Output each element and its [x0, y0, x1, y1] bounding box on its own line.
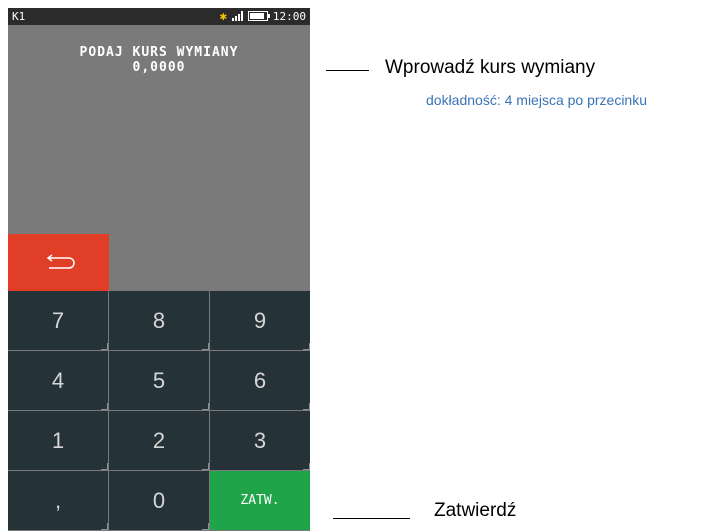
battery-icon: [247, 11, 270, 21]
key-3[interactable]: 3: [210, 411, 310, 470]
bluetooth-icon: ✱: [219, 9, 227, 23]
pos-terminal-screen: K1 ✱ 12:00 PODAJ KURS WYMIANY 0,0000 7 8…: [8, 8, 310, 531]
key-4[interactable]: 4: [8, 351, 108, 410]
key-2[interactable]: 2: [109, 411, 209, 470]
key-comma[interactable]: ,: [8, 471, 108, 530]
confirm-button[interactable]: ZATW.: [210, 471, 310, 530]
key-7[interactable]: 7: [8, 291, 108, 350]
annotation-line-confirm: [333, 518, 410, 519]
prompt-value: 0,0000: [132, 60, 186, 75]
back-arrow-icon: [46, 253, 75, 269]
back-button[interactable]: [8, 234, 109, 291]
display-area: PODAJ KURS WYMIANY 0,0000: [8, 25, 310, 234]
key-8[interactable]: 8: [109, 291, 209, 350]
key-9[interactable]: 9: [210, 291, 310, 350]
clock: 12:00: [272, 9, 306, 23]
prompt: PODAJ KURS WYMIANY 0,0000: [8, 45, 310, 75]
annotation-line-rate: [326, 70, 369, 71]
status-bar: K1 ✱ 12:00: [8, 8, 310, 25]
status-icons: ✱ 12:00: [220, 9, 306, 23]
signal-icon: [231, 11, 243, 21]
key-6[interactable]: 6: [210, 351, 310, 410]
key-1[interactable]: 1: [8, 411, 108, 470]
key-0[interactable]: 0: [109, 471, 209, 530]
terminal-id: K1: [12, 10, 26, 23]
key-5[interactable]: 5: [109, 351, 209, 410]
prompt-title: PODAJ KURS WYMIANY: [79, 45, 239, 60]
numeric-keypad: 7 8 9 4 5 6 1 2 3 , 0 ZATW.: [8, 291, 310, 531]
annotation-precision-note: dokładność: 4 miejsca po przecinku: [426, 92, 648, 108]
annotation-enter-rate: Wprowadź kurs wymiany: [385, 57, 596, 78]
annotation-confirm: Zatwierdź: [434, 500, 517, 521]
